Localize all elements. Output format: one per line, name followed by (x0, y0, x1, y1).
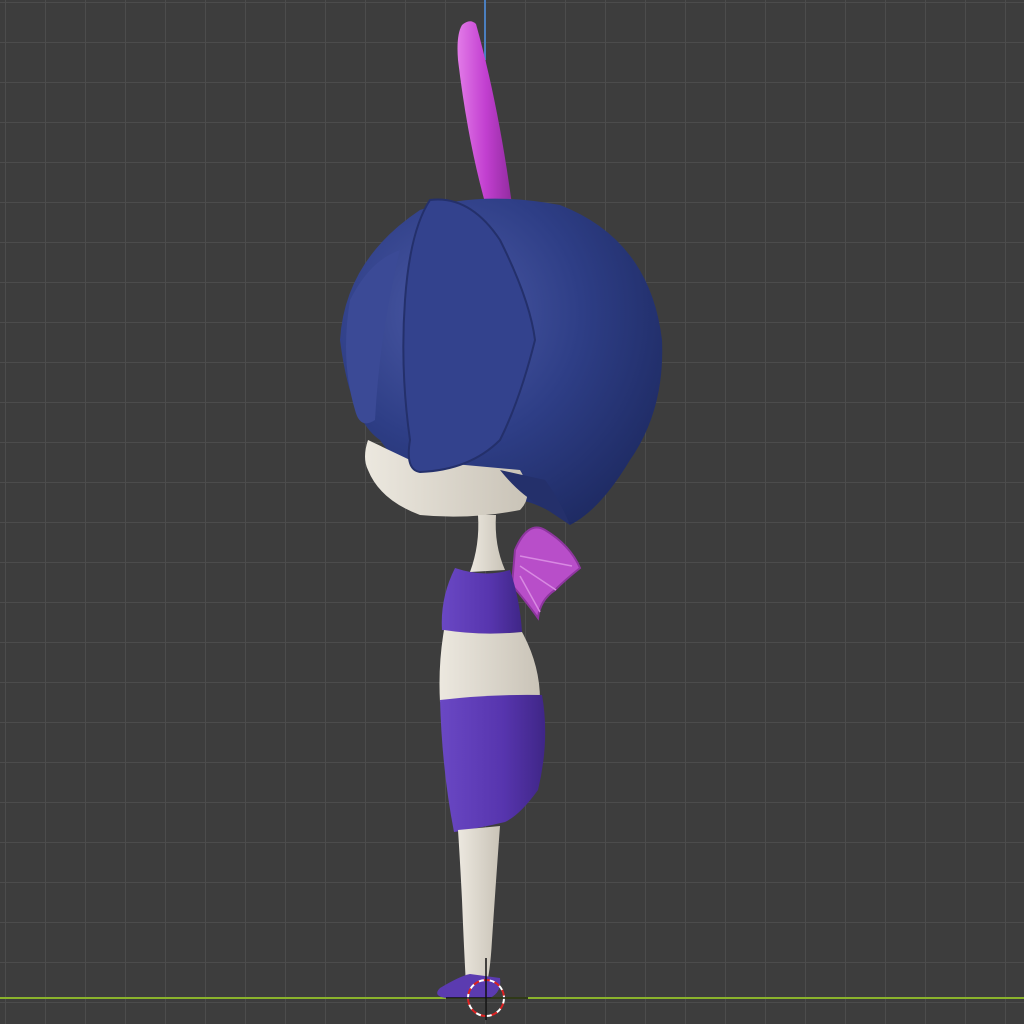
waist (439, 630, 540, 702)
crop-top (441, 568, 522, 634)
3d-viewport[interactable] (0, 0, 1024, 1024)
viewport-canvas[interactable] (0, 0, 1024, 1024)
floor-grid (0, 0, 1024, 1024)
